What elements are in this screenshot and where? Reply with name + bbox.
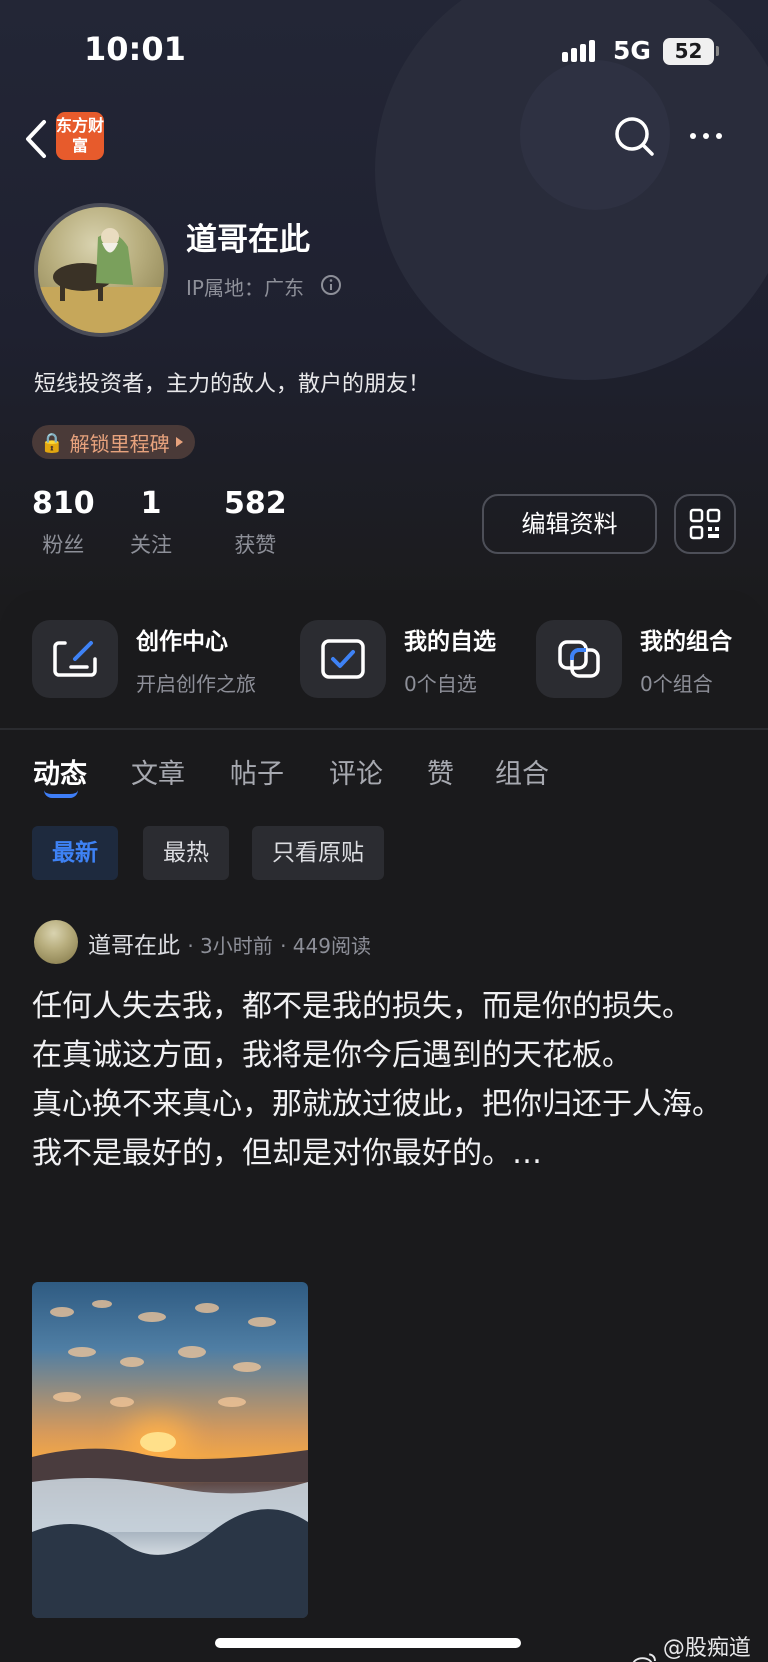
- meta-separator: ·: [187, 934, 201, 958]
- weibo-icon: [632, 1653, 656, 1662]
- post-image[interactable]: [32, 1282, 308, 1618]
- post-line: 我不是最好的，但却是对你最好的。…: [32, 1136, 542, 1171]
- edit-icon: [32, 620, 118, 698]
- shortcut-subtitle: 开启创作之旅: [136, 671, 256, 696]
- more-dot-icon: [703, 133, 709, 139]
- tab-posts[interactable]: 帖子: [230, 752, 284, 791]
- post-author[interactable]: 道哥在此: [88, 933, 180, 959]
- search-button[interactable]: [612, 114, 656, 158]
- signal-icon: [562, 40, 595, 62]
- stat-value: 582: [224, 486, 287, 521]
- post-time: 3小时前: [200, 934, 273, 958]
- milestone-label: 解锁里程碑: [69, 431, 170, 456]
- filter-original-only[interactable]: 只看原贴: [252, 826, 384, 880]
- post-body[interactable]: 任何人失去我，都不是我的损失，而是你的损失。 在真诚这方面，我将是你今后遇到的天…: [32, 982, 732, 1178]
- stat-label: 粉丝: [42, 533, 85, 557]
- milestone-button[interactable]: 🔒 解锁里程碑: [32, 425, 195, 459]
- stat-likes[interactable]: 582 获赞: [224, 486, 287, 559]
- shortcut-title: 我的组合: [640, 628, 732, 655]
- search-icon: [615, 117, 654, 156]
- divider: [0, 728, 768, 730]
- more-dot-icon: [716, 133, 722, 139]
- stat-followers[interactable]: 810 粉丝: [32, 486, 95, 559]
- tab-dynamics[interactable]: 动态: [33, 752, 87, 791]
- post-author-avatar[interactable]: [34, 920, 78, 964]
- lock-icon: 🔒: [40, 431, 64, 454]
- shortcut-title: 创作中心: [136, 628, 228, 655]
- post-reads: 449阅读: [292, 934, 371, 958]
- more-dot-icon: [690, 133, 696, 139]
- status-time: 10:01: [84, 30, 186, 68]
- tab-comments[interactable]: 评论: [329, 752, 383, 791]
- home-indicator: [215, 1638, 521, 1648]
- tab-portfolios[interactable]: 组合: [495, 752, 549, 791]
- tab-articles[interactable]: 文章: [131, 752, 185, 791]
- app-logo[interactable]: 东方财富: [56, 112, 104, 160]
- stat-label: 关注: [130, 533, 172, 557]
- meta-separator: ·: [280, 934, 293, 958]
- ip-location: IP属地：广东: [186, 276, 304, 300]
- stat-following[interactable]: 1 关注: [130, 486, 172, 559]
- info-icon[interactable]: [320, 274, 342, 296]
- landscape-illustration: [32, 1300, 308, 1618]
- stat-value: 1: [140, 486, 162, 521]
- qr-code-button[interactable]: [674, 494, 736, 554]
- network-label: 5G: [613, 36, 651, 65]
- edit-profile-button[interactable]: 编辑资料: [482, 494, 657, 554]
- watermark-text: @股痴道哥: [662, 1636, 751, 1661]
- back-button[interactable]: [18, 114, 58, 164]
- chevron-left-icon: [26, 120, 46, 158]
- shortcut-creation-center[interactable]: 创作中心 开启创作之旅: [32, 620, 256, 698]
- watermark: @股痴道哥: [632, 1630, 768, 1662]
- post-line: 任何人失去我，都不是我的损失，而是你的损失。: [32, 989, 692, 1024]
- shortcut-watchlist[interactable]: 我的自选 0个自选: [300, 620, 496, 698]
- portfolio-icon: [536, 620, 622, 698]
- checkbox-icon: [300, 620, 386, 698]
- avatar-painting: [38, 228, 164, 333]
- stat-label: 获赞: [234, 533, 277, 557]
- post-line: 在真诚这方面，我将是你今后遇到的天花板。: [32, 1038, 632, 1073]
- post-meta: 道哥在此 · 3小时前 · 449阅读: [88, 926, 371, 960]
- shortcut-subtitle: 0个组合: [640, 671, 713, 696]
- shortcut-subtitle: 0个自选: [404, 671, 477, 696]
- profile-username: 道哥在此: [186, 222, 310, 258]
- tab-active-indicator: [44, 790, 78, 798]
- filter-hottest[interactable]: 最热: [143, 826, 229, 880]
- tab-likes[interactable]: 赞: [427, 752, 454, 791]
- shortcut-title: 我的自选: [404, 628, 496, 655]
- qr-code-icon: [689, 508, 721, 540]
- post-line: 真心换不来真心，那就放过彼此，把你归还于人海。: [32, 1087, 722, 1122]
- caret-right-icon: [175, 437, 183, 447]
- stat-value: 810: [32, 486, 95, 521]
- profile-bio: 短线投资者，主力的敌人，散户的朋友！: [34, 372, 431, 397]
- profile-avatar[interactable]: [34, 203, 168, 337]
- more-button[interactable]: [684, 114, 728, 158]
- battery-icon: 52: [663, 38, 714, 65]
- filter-latest[interactable]: 最新: [32, 826, 118, 880]
- battery-tip: [716, 46, 719, 56]
- shortcut-portfolio[interactable]: 我的组合 0个组合: [536, 620, 732, 698]
